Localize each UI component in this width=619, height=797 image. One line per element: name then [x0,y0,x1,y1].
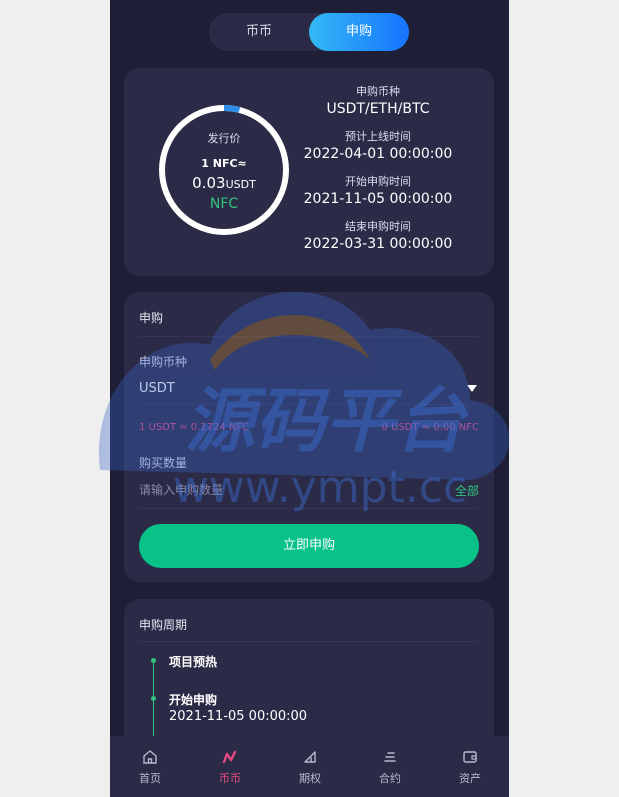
form-title: 申购 [139,311,164,325]
info-currency: 申购币种 USDT/ETH/BTC [298,83,458,117]
issue-price-unit: USDT [225,178,256,191]
info-start-time: 开始申购时间 2021-11-05 00:00:00 [298,173,458,207]
info-value: 2022-04-01 00:00:00 [303,146,453,162]
issue-token: NFC [209,196,239,212]
nav-home[interactable]: 首页 [110,736,190,797]
info-value: USDT/ETH/BTC [326,101,430,117]
nav-options[interactable]: 期权 [270,736,350,797]
divider [139,336,479,337]
quantity-input[interactable] [139,479,419,501]
options-icon [304,751,316,763]
timeline-step-title: 项目预热 [169,655,218,669]
timeline-dot [151,696,156,701]
issue-rate: 1 NFC≈ [201,157,247,170]
rate-per-usdt: 1 USDT ≈ 0.1724 NFC [139,422,250,433]
coin-trade-icon [222,750,237,764]
info-value: 2021-11-05 00:00:00 [303,191,453,207]
subscribe-form-card: 申购 申购币种 USDT 1 USDT ≈ 0.1724 NFC 0 USDT … [124,292,494,582]
rate-total: 0 USDT ≈ 0.00 NFC [381,422,479,433]
nav-assets[interactable]: 资产 [430,736,509,797]
quantity-label: 购买数量 [139,456,188,470]
timeline-step-title: 开始申购 [169,693,218,707]
info-label: 结束申购时间 [345,220,411,233]
currency-select-value: USDT [139,381,175,396]
currency-label: 申购币种 [139,355,188,369]
currency-select[interactable]: USDT [139,378,479,400]
bottom-nav: 首页 币币 期权 合约 资产 [110,736,509,797]
info-value: 2022-03-31 00:00:00 [303,236,453,252]
nav-label: 期权 [299,772,321,785]
all-button[interactable]: 全部 [455,482,479,499]
subscribe-now-button[interactable]: 立即申购 [139,524,479,568]
info-listing-time: 预计上线时间 2022-04-01 00:00:00 [298,128,458,162]
mode-toggle: 币币 申购 [209,13,409,51]
nav-label: 合约 [379,772,401,785]
chevron-down-icon [467,385,477,392]
divider [139,641,479,642]
app-screen: 币币 申购 发行价 1 NFC≈ 0.03USDT NFC 申购币种 USDT/… [110,0,509,797]
tab-coin[interactable]: 币币 [209,13,309,51]
divider [139,508,479,509]
home-icon [143,750,157,764]
issue-card: 发行价 1 NFC≈ 0.03USDT NFC 申购币种 USDT/ETH/BT… [124,68,494,276]
wallet-icon [463,751,477,763]
timeline-dot [151,658,156,663]
nav-coin[interactable]: 币币 [190,736,270,797]
nav-label: 首页 [139,772,161,785]
info-label: 申购币种 [356,85,400,98]
issue-price-value: 0.03 [192,174,226,192]
cycle-title: 申购周期 [139,618,188,632]
timeline-step-time: 2021-11-05 00:00:00 [169,709,308,724]
divider [139,404,479,405]
info-end-time: 结束申购时间 2022-03-31 00:00:00 [298,218,458,252]
info-label: 预计上线时间 [345,130,411,143]
info-label: 开始申购时间 [345,175,411,188]
nav-label: 资产 [459,772,481,785]
issue-price-label: 发行价 [207,132,241,145]
nav-contract[interactable]: 合约 [350,736,430,797]
contract-icon [384,752,396,762]
issue-progress-ring [159,105,289,235]
issue-price: 0.03USDT [158,174,290,192]
nav-label: 币币 [219,772,241,785]
tab-subscribe[interactable]: 申购 [309,13,409,51]
